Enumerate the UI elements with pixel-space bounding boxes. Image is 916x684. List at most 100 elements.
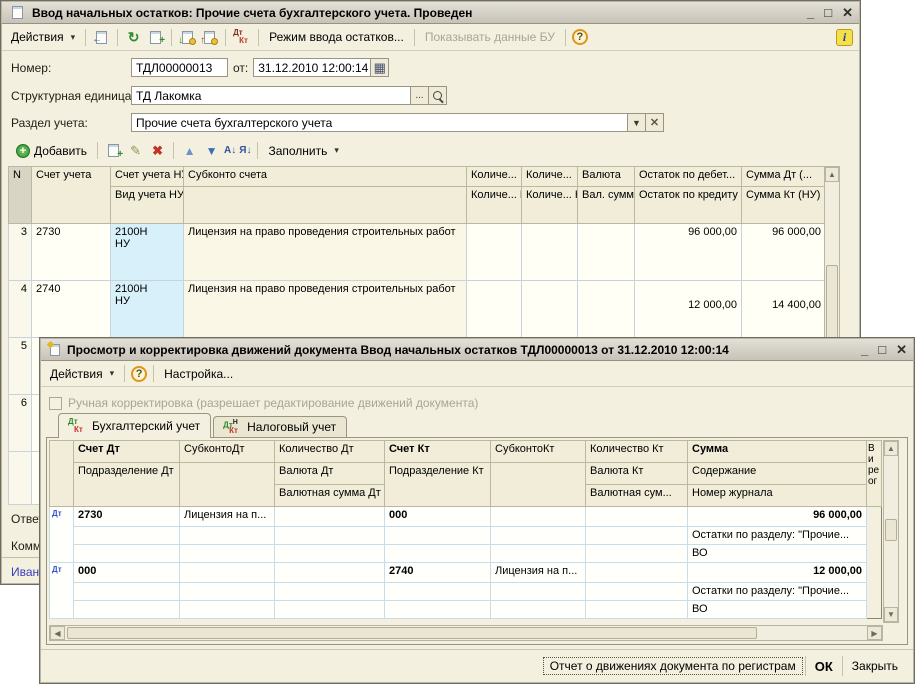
window2-titlebar[interactable]: ◆ Просмотр и корректировка движений доку… [41,339,913,361]
maximize-icon[interactable]: □ [824,6,832,20]
number-field[interactable]: ТДЛ00000013 [131,58,228,77]
delete-row-icon[interactable]: ✖ [148,142,167,160]
move-up-icon[interactable]: ▲ [180,142,199,160]
col-subconto-dt: СубконтоДт [180,441,275,463]
movement-row-journal[interactable]: ВО [50,601,882,619]
balance-entry-mode-button[interactable]: Режим ввода остатков... [265,28,408,46]
ok-button[interactable]: ОК [806,655,842,678]
minimize-icon[interactable]: _ [807,6,814,20]
help-icon[interactable]: ? [131,366,147,382]
window2-button-bar: Отчет о движениях документа по регистрам… [41,649,913,682]
window1-titlebar[interactable]: Ввод начальных остатков: Прочие счета бу… [2,2,859,24]
scroll-thumb[interactable] [885,519,897,541]
load-entries-icon[interactable]: ↓ [178,28,197,46]
section-field[interactable]: Прочие счета бухгалтерского учета [131,113,628,132]
close-icon[interactable]: ✕ [896,343,907,357]
calendar-button[interactable]: ▦ [371,58,389,77]
col-account: Счет учета [32,167,111,224]
section-dropdown-button[interactable]: ▼ [628,113,646,132]
number-row: Номер: [11,61,51,75]
col-sum-dt: Сумма Дт (... [742,167,826,187]
maximize-icon[interactable]: □ [878,343,886,357]
scroll-right-icon[interactable]: ▶ [867,626,882,640]
col-credit: Остаток по кредиту (БУ) [635,187,742,224]
unload-entries-icon[interactable]: ↑ [200,28,219,46]
tab-accounting[interactable]: ДтКт Бухгалтерский учет [58,413,211,438]
post-document-icon[interactable]: ← [92,28,111,46]
tab-tax[interactable]: ДтНКт Налоговый учет [213,416,347,438]
dtkt-entries-icon[interactable]: ДтКт [232,28,252,46]
scroll-down-icon[interactable]: ▼ [884,607,898,622]
window1-toolbar: Действия ← ↻ + ↓ ↑ ДтКт Режим ввода оста… [2,24,859,51]
col-qty1: Количе... [467,167,522,187]
refresh-icon[interactable]: ↻ [124,28,143,46]
movements-horizontal-scrollbar[interactable]: ◀ ▶ [49,625,883,641]
col-qty-kt: Количество Кт [586,441,688,463]
movements-table[interactable]: Счет Дт СубконтоДт Количество Дт Счет Кт… [49,440,882,619]
close-icon[interactable]: ✕ [842,6,853,20]
chevron-down-icon: ▼ [632,118,641,128]
col-currency-sum-kt: Валютная сум... [586,485,688,507]
col-currency-dt: Валюта Дт [275,463,385,485]
fill-menu-button[interactable]: Заполнить [264,142,342,160]
magnifier-icon [432,90,444,102]
scroll-thumb[interactable] [67,627,757,639]
add-row-button[interactable]: + Добавить [12,142,91,160]
table-row[interactable]: 3 2730 2100ННУ Лицензия на право проведе… [9,224,826,281]
scroll-up-icon[interactable]: ▲ [825,167,839,182]
report-movements-button[interactable]: Отчет о движениях документа по регистрам [541,655,805,677]
movement-row[interactable]: ДтКт 2730 Лицензия на п... 000 96 000,00 [50,507,882,527]
dtkt-nu-icon: ДтНКт [222,418,242,436]
settings-button[interactable]: Настройка... [160,365,237,383]
window2-toolbar: Действия ? Настройка... [41,361,913,387]
table-row[interactable]: 4 2740 2100ННУ Лицензия на право проведе… [9,281,826,338]
sort-desc-icon[interactable]: Я↓ [239,145,251,156]
actions-menu-button[interactable]: Действия [46,365,118,383]
tab-content-panel: Счет Дт СубконтоДт Количество Дт Счет Кт… [46,437,908,645]
copy-row-icon[interactable]: + [104,142,123,160]
help-icon[interactable]: ? [572,29,588,45]
col-account-dt: Счет Дт [74,441,180,463]
movement-row-content[interactable]: Остатки по разделу: "Прочие... [50,527,882,545]
dtkt-bu-icon: ДтКт [67,417,87,435]
actions-menu-button[interactable]: Действия [7,28,79,46]
window-document-movements: ◆ Просмотр и корректировка движений доку… [39,337,915,684]
col-qty-dt: Количество Дт [275,441,385,463]
col-content: Содержание [688,463,867,485]
col-debit: Остаток по дебет... [635,167,742,187]
unit-select-button[interactable]: ... [411,86,429,105]
ledger-tabs: ДтКт Бухгалтерский учет ДтНКт Налоговый … [58,413,347,438]
manual-adjustment-label: Ручная корректировка (разрешает редактир… [68,396,478,410]
date-field[interactable]: 31.12.2010 12:00:14 [253,58,371,77]
col-subconto-kt: СубконтоКт [491,441,586,463]
movement-row[interactable]: ДтКт 000 2740 Лицензия на п... 12 000,00 [50,563,882,583]
number-label: Номер: [11,61,51,75]
movement-row-journal[interactable]: ВО [50,545,882,563]
minimize-icon[interactable]: _ [861,343,868,357]
movement-row-content[interactable]: Остатки по разделу: "Прочие... [50,583,882,601]
col-sum: Сумма [688,441,867,463]
edit-row-icon[interactable]: ✎ [126,142,145,160]
col-division-kt: Подразделение Кт [385,463,491,507]
manual-adjustment-row: Ручная корректировка (разрешает редактир… [49,396,478,410]
col-n: N [9,167,32,224]
unit-search-button[interactable] [429,86,447,105]
move-down-icon[interactable]: ▼ [202,142,221,160]
close-button[interactable]: Закрыть [843,655,907,677]
manual-adjustment-checkbox[interactable] [49,397,62,410]
sort-asc-icon[interactable]: А↓ [224,145,236,156]
scroll-up-icon[interactable]: ▲ [884,441,898,456]
window1-title: Ввод начальных остатков: Прочие счета бу… [32,6,802,20]
col-register-clipped: Ви ре ог [867,441,882,507]
copy-document-icon[interactable]: + [146,28,165,46]
section-clear-button[interactable]: ✕ [646,113,664,132]
col-currency-sum-dt: Валютная сумма Дт [275,485,385,507]
window2-title: Просмотр и корректировка движений докуме… [67,343,856,357]
info-icon[interactable]: i [836,29,853,46]
movements-vertical-scrollbar[interactable]: ▲ ▼ [883,440,899,623]
unit-field[interactable]: ТД Лакомка [131,86,411,105]
scroll-left-icon[interactable]: ◀ [50,626,65,640]
show-bu-data-button[interactable]: Показывать данные БУ [421,28,559,46]
grid-toolbar: + Добавить + ✎ ✖ ▲ ▼ А↓ Я↓ Заполнить [7,138,348,163]
clear-x-icon: ✕ [650,116,659,129]
